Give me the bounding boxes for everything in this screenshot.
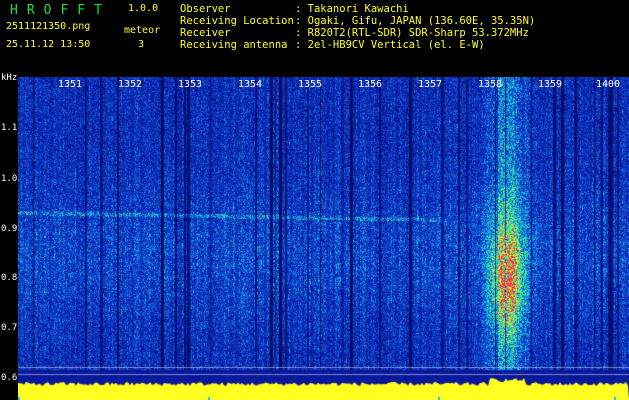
y-tick-label: 0.6 <box>1 373 18 383</box>
meteor-count: 3 <box>138 39 145 50</box>
observer-value: : Takanori Kawachi <box>295 3 409 15</box>
y-tick-label: 0.7 <box>1 323 18 333</box>
y-axis-label: kHz <box>1 73 18 83</box>
location-value: : Ogaki, Gifu, JAPAN (136.60E, 35.35N) <box>295 15 536 27</box>
timestamp: 25.11.12 13:50 <box>6 39 91 50</box>
antenna-label: Receiving antenna <box>180 39 288 51</box>
y-tick-label: 1.1 <box>1 123 18 133</box>
x-tick-label: 1352 <box>118 79 143 90</box>
app-version: 1.0.0 <box>128 3 159 14</box>
y-tick-label: 0.8 <box>1 273 18 283</box>
antenna-value: : 2el-HB9CV Vertical (el. E-W) <box>295 39 485 51</box>
x-tick-label: 1353 <box>178 79 203 90</box>
x-tick-label: 1400 <box>596 79 621 90</box>
x-tick-label: 1354 <box>238 79 263 90</box>
location-label: Receiving Location <box>180 15 294 27</box>
observer-label: Observer <box>180 3 231 15</box>
hrofft-window: HROFFT 1.0.0 2511121350.png meteor 25.11… <box>0 0 629 400</box>
x-tick-label: 1351 <box>58 79 83 90</box>
x-tick-label: 1359 <box>538 79 563 90</box>
x-tick-label: 1357 <box>418 79 443 90</box>
receiver-label: Receiver <box>180 27 231 39</box>
spectrogram-canvas <box>18 77 629 400</box>
file-name: 2511121350.png <box>6 21 91 32</box>
x-tick-label: 1358 <box>478 79 503 90</box>
x-tick-label: 1355 <box>298 79 323 90</box>
y-tick-label: 0.9 <box>1 224 18 234</box>
meteor-label: meteor <box>124 25 161 36</box>
receiver-value: : R820T2(RTL-SDR) SDR-Sharp 53.372MHz <box>295 27 529 39</box>
x-tick-label: 1356 <box>358 79 383 90</box>
y-tick-label: 1.0 <box>1 174 18 184</box>
app-title: HROFFT <box>10 3 111 18</box>
